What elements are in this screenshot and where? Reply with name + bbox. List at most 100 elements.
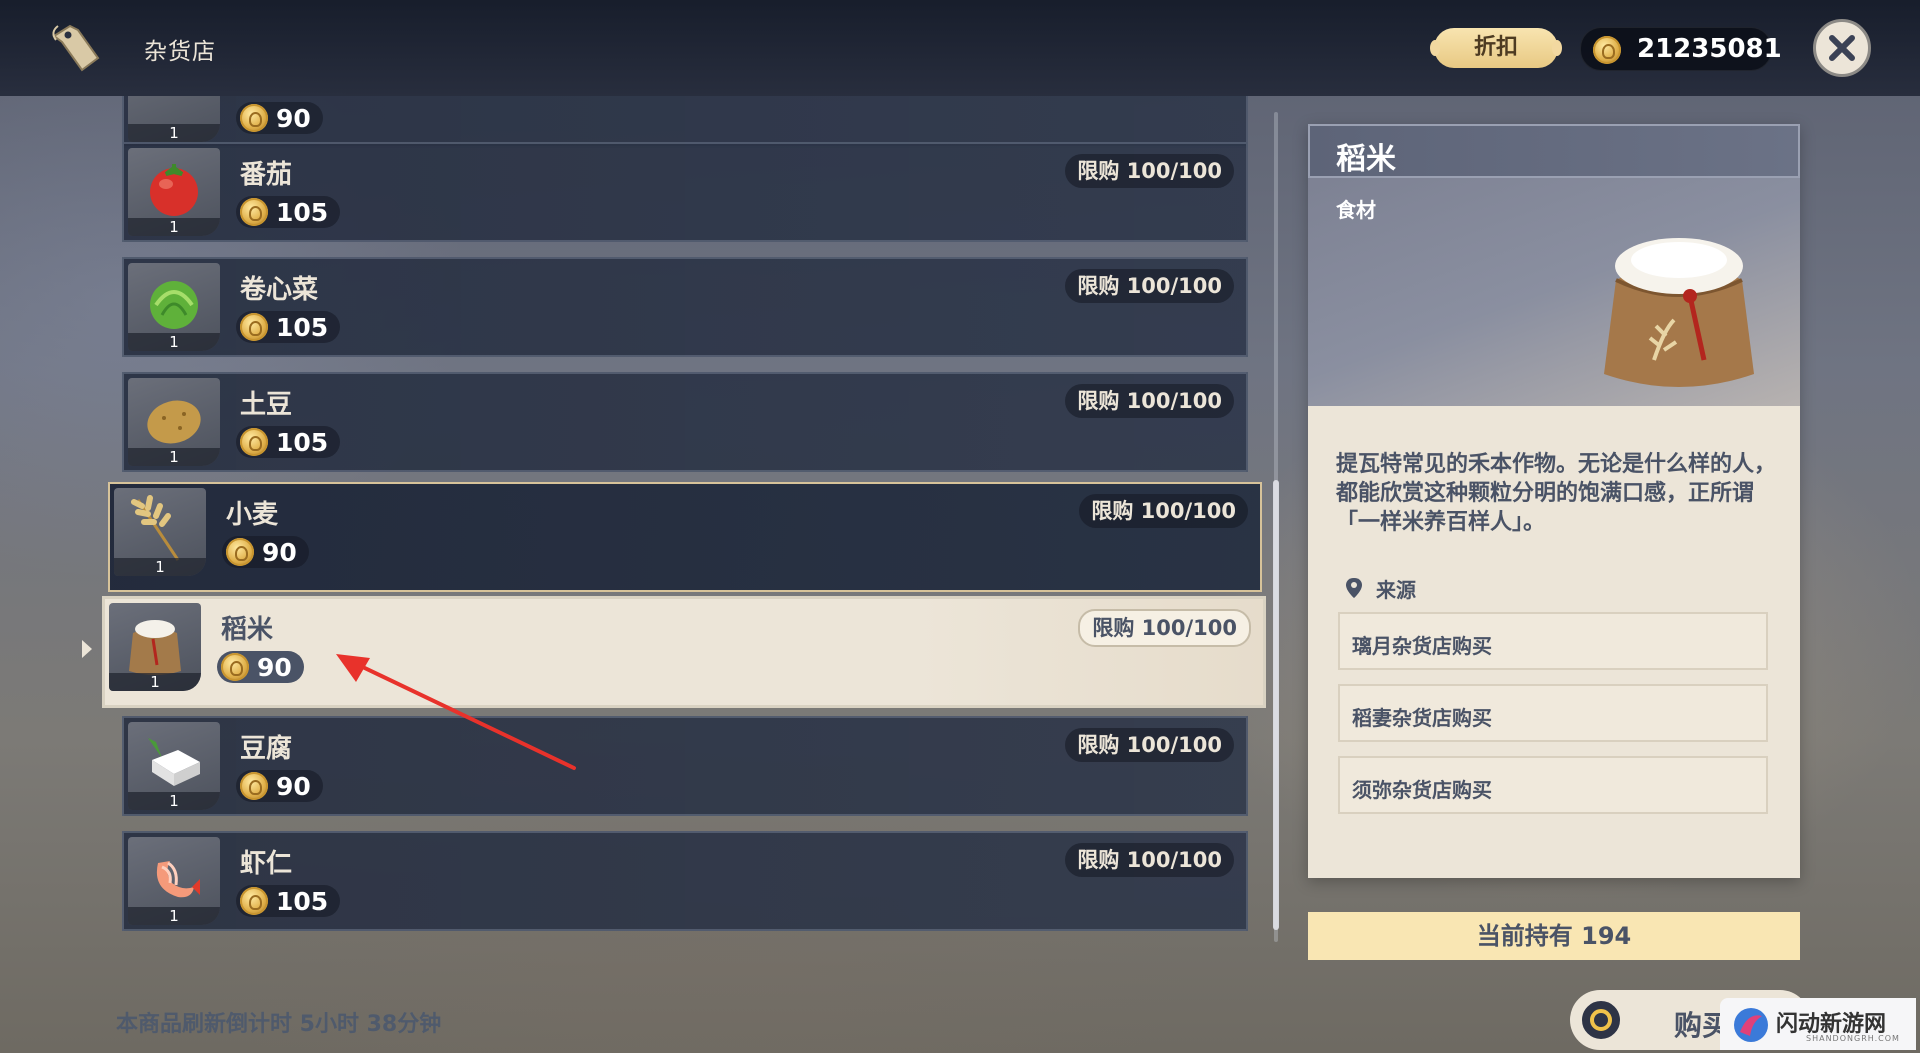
current-holding: 当前持有 194 [1308, 912, 1800, 960]
close-icon [1829, 35, 1855, 61]
refresh-countdown: 本商品刷新倒计时 5小时 38分钟 [116, 1012, 442, 1037]
item-thumbnail: 1 [128, 96, 220, 142]
item-quantity: 1 [128, 448, 220, 466]
price-value: 90 [276, 103, 311, 133]
item-name: 番茄 [240, 160, 293, 190]
mora-coin-icon [240, 198, 268, 226]
purchase-limit: 限购 100/100 [1079, 494, 1248, 528]
price-value: 90 [262, 537, 297, 567]
item-price: 105 [236, 311, 341, 343]
wheat-icon [131, 495, 180, 561]
item-quantity: 1 [109, 673, 201, 691]
cabbage-icon [150, 281, 198, 329]
list-item-potato[interactable]: 1 土豆 105 限购 100/100 [122, 372, 1248, 472]
list-item-partial[interactable]: 1 90 [122, 96, 1248, 148]
discount-button[interactable]: 折扣 [1430, 28, 1562, 68]
scrollbar-thumb[interactable] [1273, 480, 1279, 930]
purchase-limit: 限购 100/100 [1065, 843, 1234, 877]
source-liyue[interactable]: 璃月杂货店购买 [1338, 612, 1768, 670]
purchase-limit: 限购 100/100 [1078, 609, 1251, 647]
purchase-limit: 限购 100/100 [1065, 269, 1234, 303]
item-thumbnail: 1 [109, 603, 201, 691]
item-thumbnail: 1 [128, 837, 220, 925]
detail-description: 提瓦特常见的禾本作物。无论是什么样的人，都能欣赏这种颗粒分明的饱满口感，正所谓「… [1336, 452, 1777, 535]
mora-balance: 21235081 [1580, 27, 1782, 71]
rice-sack-icon [129, 620, 181, 675]
item-quantity: 1 [128, 218, 220, 236]
shop-title: 杂货店 [144, 39, 216, 65]
detail-title-bar: 稻米 [1308, 124, 1800, 178]
list-item-cabbage[interactable]: 1 卷心菜 105 限购 100/100 [122, 257, 1248, 357]
detail-title: 稻米 [1336, 142, 1396, 177]
price-value: 105 [276, 197, 329, 227]
detail-header: 稻米 食材 [1308, 124, 1800, 406]
mora-coin-icon [221, 653, 249, 681]
annotation-arrow-icon [336, 654, 576, 770]
item-name: 稻米 [221, 615, 274, 645]
list-item-tofu[interactable]: 1 豆腐 90 限购 100/100 [122, 716, 1248, 816]
item-price: 90 [222, 536, 309, 568]
watermark-logo-icon [1734, 1008, 1768, 1042]
price-value: 90 [257, 652, 292, 682]
purchase-limit: 限购 100/100 [1065, 384, 1234, 418]
purchase-limit: 限购 100/100 [1065, 728, 1234, 762]
source-inazuma[interactable]: 稻妻杂货店购买 [1338, 684, 1768, 742]
item-thumbnail: 1 [114, 488, 206, 576]
confirm-ring-icon [1582, 1001, 1620, 1039]
watermark-subtext: SHANDONGRH.COM [1806, 1034, 1900, 1043]
price-value: 105 [276, 427, 329, 457]
list-item-rice-selected[interactable]: 1 稻米 90 限购 100/100 [102, 596, 1266, 708]
item-name: 虾仁 [240, 849, 293, 879]
price-value: 105 [276, 886, 329, 916]
item-thumbnail: 1 [128, 722, 220, 810]
top-bar: 杂货店 折扣 21235081 [0, 0, 1920, 96]
location-pin-icon [1346, 578, 1362, 598]
item-price: 90 [236, 770, 323, 802]
item-quantity: 1 [128, 333, 220, 351]
item-quantity: 1 [128, 907, 220, 925]
detail-category: 食材 [1336, 198, 1376, 222]
source-sumeru[interactable]: 须弥杂货店购买 [1338, 756, 1768, 814]
mora-coin-icon [240, 313, 268, 341]
mora-coin-icon [240, 887, 268, 915]
potato-icon [147, 400, 201, 444]
item-quantity: 1 [114, 558, 206, 576]
list-item-tomato[interactable]: 1 番茄 105 限购 100/100 [122, 142, 1248, 242]
tomato-icon [150, 164, 198, 216]
item-price: 105 [236, 426, 341, 458]
item-thumbnail: 1 [128, 378, 220, 466]
mora-coin-icon [240, 104, 268, 132]
list-item-shrimp[interactable]: 1 虾仁 105 限购 100/100 [122, 831, 1248, 931]
close-button[interactable] [1813, 19, 1871, 77]
item-price: 90 [236, 102, 323, 134]
source-text: 稻妻杂货店购买 [1352, 706, 1492, 730]
source-text: 璃月杂货店购买 [1352, 634, 1492, 658]
mora-coin-icon [226, 538, 254, 566]
watermark: 闪动新游网 SHANDONGRH.COM [1720, 998, 1916, 1050]
list-item-wheat[interactable]: 1 小麦 90 限购 100/100 [108, 482, 1262, 592]
item-name: 卷心菜 [240, 275, 319, 305]
mora-coin-icon [1593, 36, 1621, 64]
mora-coin-icon [240, 772, 268, 800]
tofu-icon [148, 738, 200, 786]
source-label: 来源 [1376, 578, 1416, 602]
item-price: 90 [217, 651, 304, 683]
rice-sack-icon [1604, 238, 1754, 387]
shrimp-icon [156, 861, 200, 898]
mora-value: 21235081 [1637, 34, 1782, 64]
item-thumbnail: 1 [128, 263, 220, 351]
source-text: 须弥杂货店购买 [1352, 778, 1492, 802]
item-price: 105 [236, 885, 341, 917]
item-quantity: 1 [128, 124, 220, 142]
selection-indicator-icon [82, 640, 92, 658]
item-name: 小麦 [226, 500, 279, 530]
price-tag-icon [52, 24, 100, 72]
price-value: 90 [276, 771, 311, 801]
item-name: 土豆 [240, 390, 293, 420]
item-thumbnail: 1 [128, 148, 220, 236]
item-detail-panel: 稻米 食材 提瓦特常见的禾本作物。无论是什么样的人，都能欣赏这种颗粒分明的饱满口… [1308, 124, 1800, 878]
item-price: 105 [236, 196, 341, 228]
item-quantity: 1 [128, 792, 220, 810]
item-list: 1 90 1 番茄 105 限购 100/100 1 卷心菜 105 限购 10… [0, 96, 1280, 946]
price-value: 105 [276, 312, 329, 342]
